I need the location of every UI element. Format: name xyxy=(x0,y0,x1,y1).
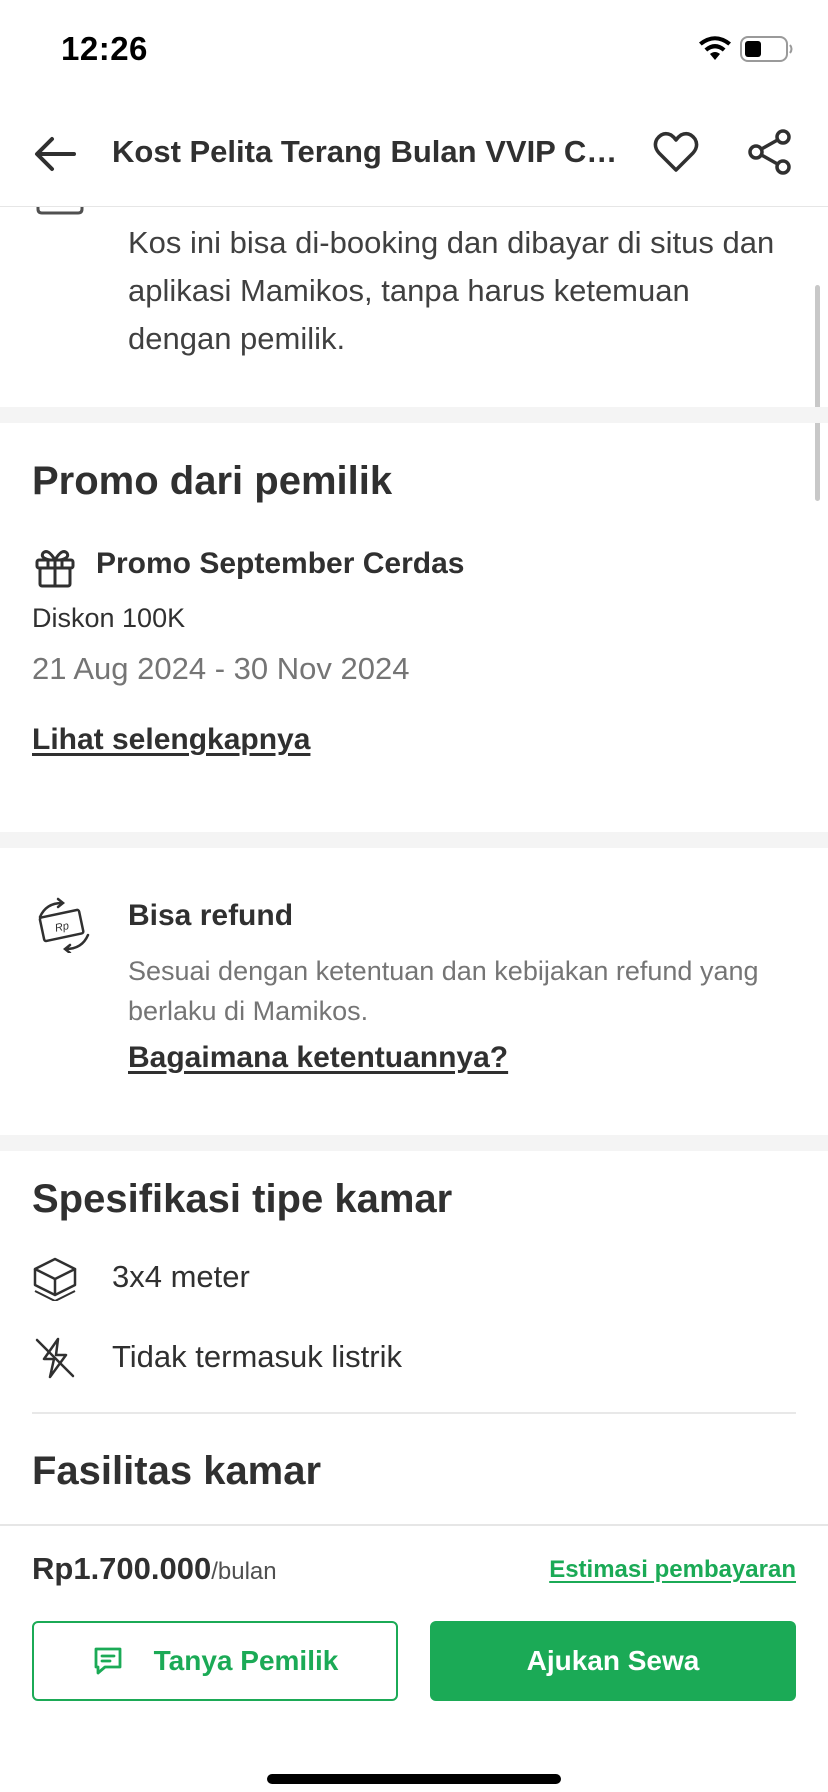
wifi-icon xyxy=(699,36,731,60)
room-spec-label: Tidak termasuk listrik xyxy=(112,1339,402,1374)
bottom-action-bar: Rp1.700.000/bulan Estimasi pembayaran Ta… xyxy=(0,1524,828,1792)
room-size-icon xyxy=(33,1257,77,1301)
back-arrow-icon[interactable] xyxy=(30,128,82,180)
no-electricity-icon xyxy=(35,1337,75,1379)
chat-icon xyxy=(94,1647,122,1675)
section-divider xyxy=(0,1135,828,1151)
refund-money-icon: Rp xyxy=(38,897,90,953)
refund-description: Sesuai dengan ketentuan dan kebijakan re… xyxy=(128,956,759,1026)
room-spec-item: Tidak termasuk listrik xyxy=(32,1333,792,1383)
refund-terms-link[interactable]: Bagaimana ketentuannya? xyxy=(128,1041,508,1075)
status-bar: 12:26 xyxy=(0,0,828,100)
promo-detail-link[interactable]: Lihat selengkapnya xyxy=(32,723,310,757)
promo-section-title: Promo dari pemilik xyxy=(32,459,393,503)
share-icon[interactable] xyxy=(746,128,794,176)
divider xyxy=(32,1412,796,1414)
content-area[interactable]: Kos ini bisa di-booking dan dibayar di s… xyxy=(0,207,828,1525)
battery-icon xyxy=(740,36,793,62)
apply-rent-button[interactable]: Ajukan Sewa xyxy=(430,1621,796,1701)
page-title: Kost Pelita Terang Bulan VVIP Cik... xyxy=(112,134,622,169)
booking-icon xyxy=(36,207,84,215)
room-spec-label: 3x4 meter xyxy=(112,1259,250,1294)
room-spec-section-title: Spesifikasi tipe kamar xyxy=(32,1177,453,1221)
price-period: /bulan xyxy=(211,1558,277,1585)
scrollbar[interactable] xyxy=(815,285,820,501)
payment-estimate-link[interactable]: Estimasi pembayaran xyxy=(549,1556,796,1584)
promo-name: Promo September Cerdas xyxy=(96,547,465,580)
room-spec-item: 3x4 meter xyxy=(32,1253,792,1303)
section-divider xyxy=(0,832,828,848)
gift-icon xyxy=(35,550,75,588)
app-header: Kost Pelita Terang Bulan VVIP Cik... xyxy=(0,100,828,207)
status-time: 12:26 xyxy=(61,30,148,67)
booking-description: Kos ini bisa di-booking dan dibayar di s… xyxy=(128,225,775,356)
price-amount: Rp1.700.000 xyxy=(32,1551,212,1586)
ask-owner-button[interactable]: Tanya Pemilik xyxy=(32,1621,398,1701)
promo-discount: Diskon 100K xyxy=(32,603,186,633)
svg-text:Rp: Rp xyxy=(54,920,70,935)
refund-title: Bisa refund xyxy=(128,899,294,932)
facilities-section-title: Fasilitas kamar xyxy=(32,1449,322,1493)
apply-rent-label: Ajukan Sewa xyxy=(526,1645,700,1676)
price: Rp1.700.000/bulan xyxy=(32,1551,277,1587)
ask-owner-label: Tanya Pemilik xyxy=(153,1645,339,1676)
heart-icon[interactable] xyxy=(652,128,700,176)
section-divider xyxy=(0,407,828,423)
promo-dates: 21 Aug 2024 - 30 Nov 2024 xyxy=(32,651,410,686)
home-indicator[interactable] xyxy=(267,1774,561,1784)
